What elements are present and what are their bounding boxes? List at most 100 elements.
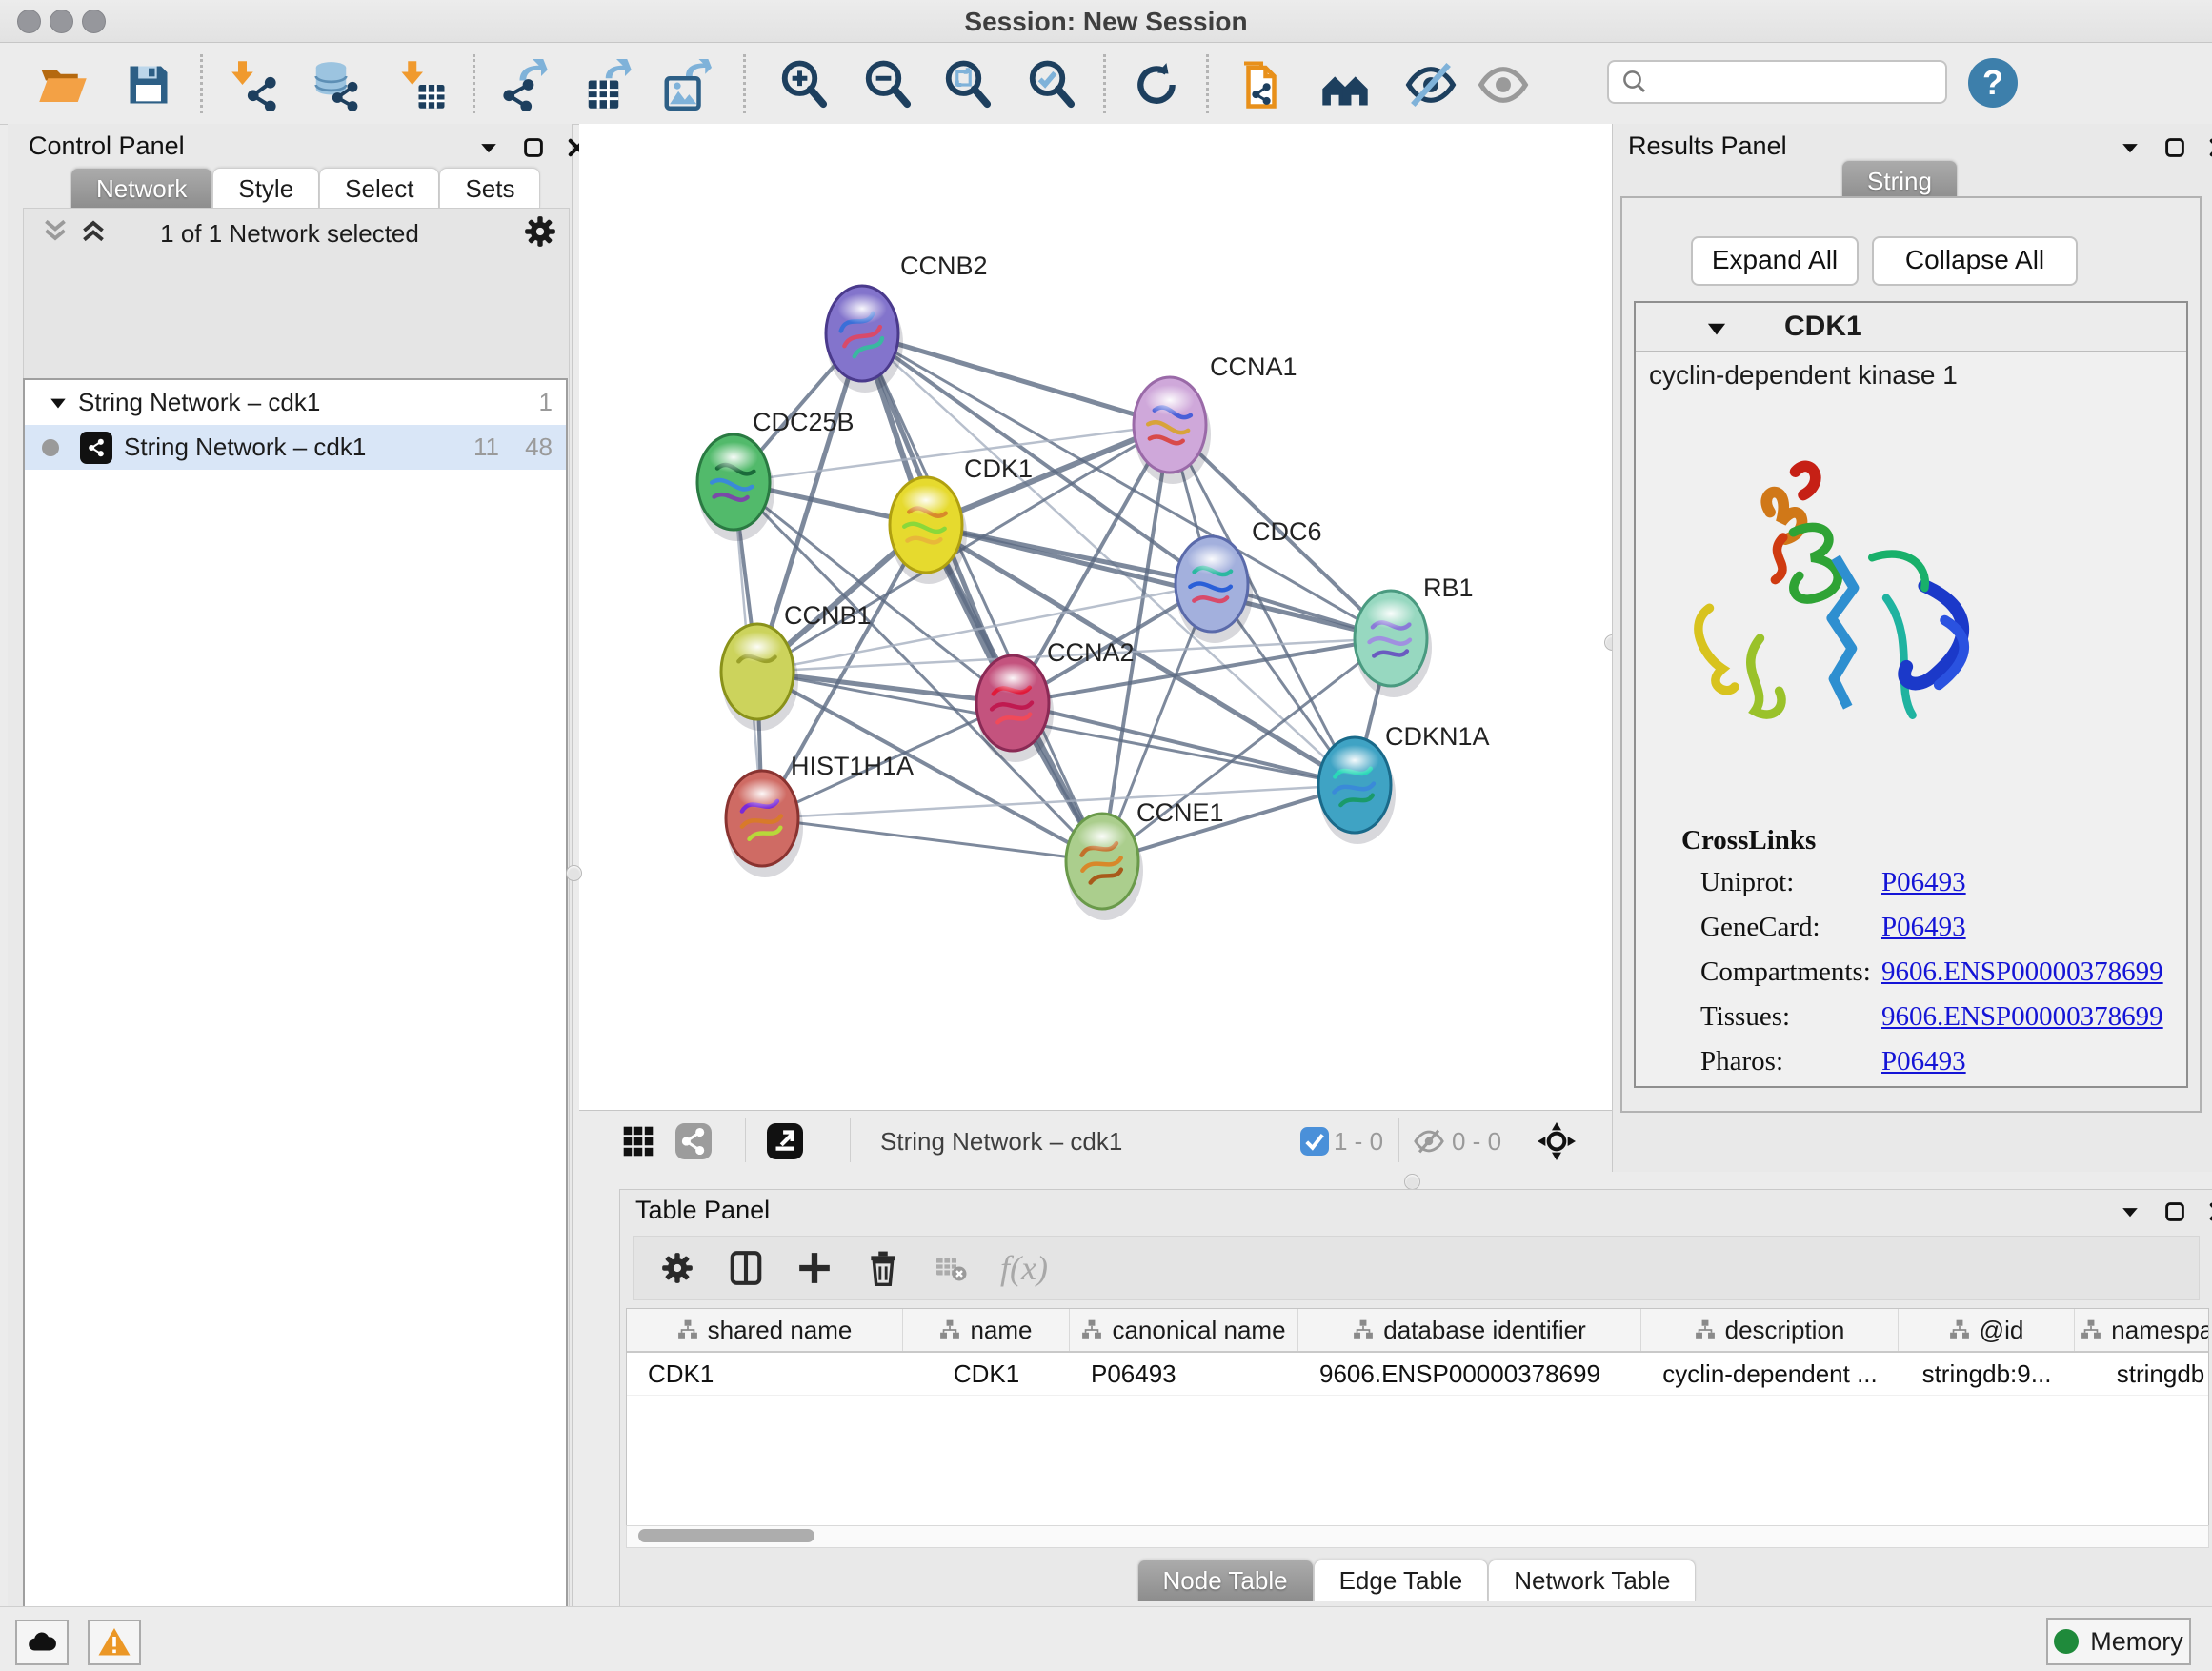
crosslink-link[interactable]: 9606.ENSP00000378699 — [1881, 1001, 2163, 1033]
crosslinks-list: Uniprot:P06493GeneCard:P06493Compartment… — [1700, 867, 2177, 1091]
graph-edge[interactable] — [762, 818, 1102, 861]
graph-node-CCNB2[interactable]: CCNB2 — [826, 252, 988, 393]
zoom-fit-button[interactable] — [941, 58, 995, 111]
import-network-database-button[interactable] — [309, 58, 362, 111]
tab-style[interactable]: Style — [212, 168, 319, 209]
crosslink-link[interactable]: 9606.ENSP00000378699 — [1881, 956, 2163, 988]
column-header-name[interactable]: name — [903, 1309, 1070, 1351]
splitter-handle[interactable] — [1404, 1174, 1420, 1190]
collapse-section-icon[interactable] — [1704, 316, 1729, 341]
save-session-button[interactable] — [122, 58, 175, 111]
tab-sets[interactable]: Sets — [439, 168, 540, 209]
collapse-panel-icon[interactable] — [2118, 135, 2142, 160]
graph-node-CCNA2[interactable]: CCNA2 — [976, 638, 1135, 762]
close-panel-icon[interactable] — [2207, 1200, 2212, 1223]
column-header-database-identifier[interactable]: database identifier — [1298, 1309, 1641, 1351]
tab-network-table[interactable]: Network Table — [1488, 1560, 1696, 1601]
zoom-in-icon — [778, 59, 830, 111]
network-collection-row[interactable]: String Network – cdk1 1 — [25, 380, 566, 425]
close-panel-icon[interactable] — [2207, 136, 2212, 159]
open-session-button[interactable] — [36, 58, 90, 111]
graph-node-CDC6[interactable]: CDC6 — [1176, 517, 1322, 643]
table-cell[interactable]: P06493 — [1070, 1353, 1298, 1395]
graph-node-CDC25B[interactable]: CDC25B — [697, 408, 855, 541]
table-cell[interactable]: 9606.ENSP00000378699 — [1298, 1353, 1641, 1395]
tab-node-table[interactable]: Node Table — [1137, 1560, 1314, 1601]
table-cell[interactable]: cyclin-dependent ... — [1641, 1353, 1899, 1395]
column-header-shared-name[interactable]: shared name — [627, 1309, 903, 1351]
float-panel-icon[interactable] — [2163, 136, 2186, 159]
graph-node-CCNE1[interactable]: CCNE1 — [1066, 798, 1224, 920]
table-cell[interactable]: CDK1 — [903, 1353, 1070, 1395]
column-header-namespace[interactable]: namespace — [2075, 1309, 2209, 1351]
selected-nodes-checkbox[interactable] — [1296, 1122, 1334, 1160]
network-view-mode-button[interactable] — [674, 1122, 713, 1160]
table-settings-gear-icon[interactable] — [659, 1250, 695, 1286]
refresh-layout-button[interactable] — [1130, 58, 1183, 111]
graph-edge[interactable] — [862, 333, 1170, 425]
protein-card-header[interactable]: CDK1 — [1636, 303, 2186, 352]
network-view-canvas[interactable]: CCNB2CCNA1CDC25BCDK1CDC6RB1CCNB1CCNA2CDK… — [579, 124, 1612, 1110]
graph-node-CDKN1A[interactable]: CDKN1A — [1318, 722, 1490, 844]
zoom-in-button[interactable] — [777, 58, 831, 111]
tab-string[interactable]: String — [1841, 160, 1958, 201]
column-header-description[interactable]: description — [1641, 1309, 1899, 1351]
graph-edge[interactable] — [1013, 703, 1355, 785]
warnings-button[interactable] — [88, 1620, 141, 1665]
scrollbar-thumb[interactable] — [638, 1529, 814, 1542]
graph-edge[interactable] — [862, 333, 1102, 861]
export-image-button[interactable] — [659, 58, 713, 111]
tree-expand-icon[interactable] — [48, 393, 69, 413]
export-network-button[interactable] — [497, 58, 551, 111]
crosslink-link[interactable]: P06493 — [1881, 912, 1966, 943]
splitter-handle[interactable] — [566, 865, 582, 881]
show-columns-icon[interactable] — [728, 1250, 764, 1286]
table-cell[interactable]: stringdb — [2075, 1353, 2209, 1395]
detach-view-button[interactable] — [766, 1122, 804, 1160]
tab-network[interactable]: Network — [70, 168, 212, 209]
crosslink-link[interactable]: P06493 — [1881, 867, 1966, 898]
table-horizontal-scrollbar[interactable] — [626, 1525, 2209, 1548]
tab-edge-table[interactable]: Edge Table — [1314, 1560, 1489, 1601]
hide-unhide-button[interactable] — [1404, 58, 1458, 111]
table-cell[interactable]: CDK1 — [627, 1353, 903, 1395]
collapse-panel-icon[interactable] — [2118, 1199, 2142, 1224]
add-column-icon[interactable] — [796, 1250, 833, 1286]
collapse-panel-icon[interactable] — [476, 135, 501, 160]
toolbar-separator — [1398, 1118, 1399, 1162]
search-input[interactable] — [1607, 60, 1947, 104]
network-graph[interactable]: CCNB2CCNA1CDC25BCDK1CDC6RB1CCNB1CCNA2CDK… — [579, 124, 1612, 1110]
delete-column-icon[interactable] — [865, 1250, 901, 1286]
float-panel-icon[interactable] — [2163, 1200, 2186, 1223]
table-cell[interactable]: stringdb:9... — [1899, 1353, 2075, 1395]
import-table-button[interactable] — [396, 58, 450, 111]
function-builder-button[interactable]: f(x) — [1000, 1248, 1048, 1288]
column-header--id[interactable]: @id — [1899, 1309, 2075, 1351]
network-options-gear-icon[interactable] — [522, 213, 558, 250]
string-import-button[interactable] — [1235, 58, 1288, 111]
show-graphics-button[interactable] — [1477, 58, 1530, 111]
expand-all-button[interactable]: Expand All — [1691, 236, 1859, 286]
cloud-status-button[interactable] — [15, 1620, 69, 1665]
graph-node-CCNA1[interactable]: CCNA1 — [1134, 352, 1297, 484]
export-table-button[interactable] — [581, 58, 634, 111]
graph-node-label: CCNB2 — [900, 252, 988, 280]
table-row[interactable]: CDK1CDK1P064939606.ENSP00000378699cyclin… — [627, 1353, 2208, 1396]
tab-select[interactable]: Select — [319, 168, 439, 209]
crosslink-link[interactable]: P06493 — [1881, 1046, 1966, 1077]
grid-view-button[interactable] — [619, 1122, 657, 1160]
import-network-file-button[interactable] — [229, 58, 282, 111]
birds-eye-view-button[interactable] — [1538, 1122, 1576, 1160]
zoom-selected-button[interactable] — [1025, 58, 1078, 111]
column-header-canonical-name[interactable]: canonical name — [1070, 1309, 1298, 1351]
expand-network-button[interactable] — [1318, 58, 1372, 111]
graph-node-label: CDKN1A — [1385, 722, 1490, 751]
node-table[interactable]: shared namenamecanonical namedatabase id… — [626, 1308, 2209, 1535]
collapse-all-button[interactable]: Collapse All — [1872, 236, 2078, 286]
float-panel-icon[interactable] — [522, 136, 545, 159]
help-button[interactable]: ? — [1968, 58, 2018, 108]
network-row[interactable]: String Network – cdk1 11 48 — [25, 425, 566, 470]
zoom-out-button[interactable] — [861, 58, 915, 111]
graph-node-RB1[interactable]: RB1 — [1355, 574, 1474, 697]
memory-button[interactable]: Memory — [2046, 1618, 2191, 1665]
